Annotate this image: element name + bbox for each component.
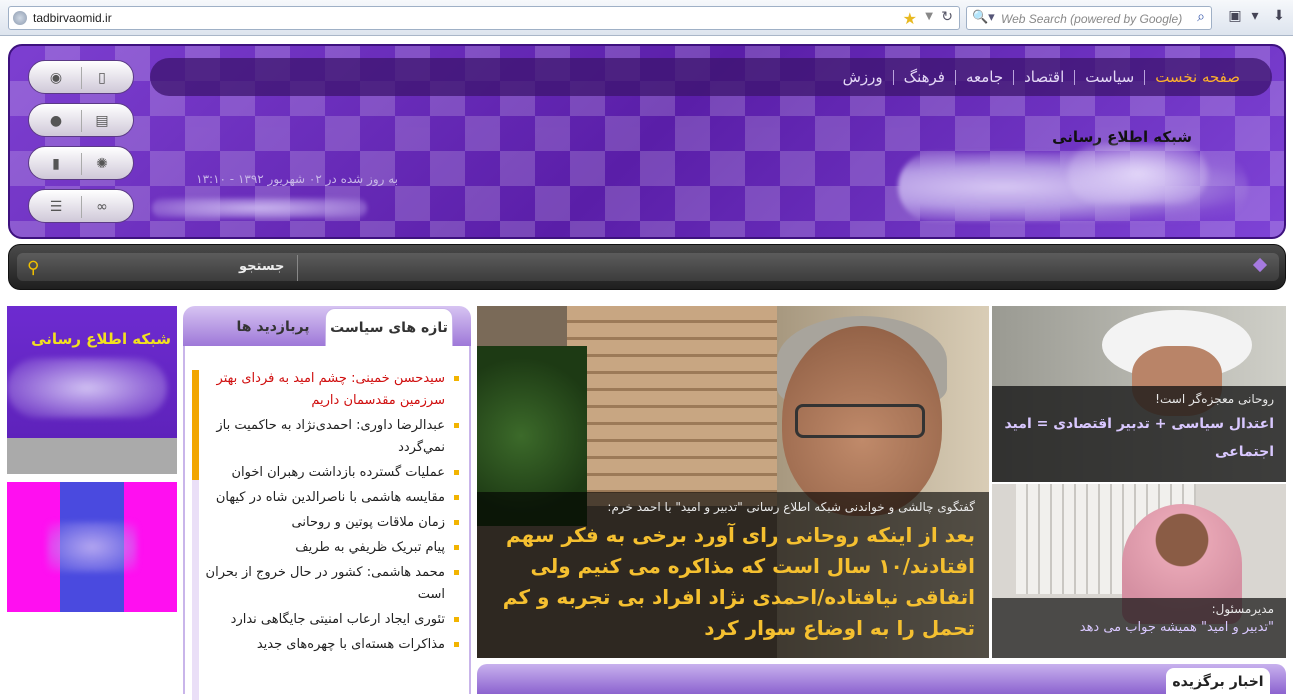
reload-icon[interactable]: ↻ [941,9,953,25]
diamond-icon [1252,257,1268,273]
browser-search-box[interactable]: 🔍▾ Web Search (powered by Google) ⌕ [966,6,1212,30]
search-divider [297,255,298,281]
site-globe-icon [13,11,27,25]
side-bar [192,480,199,700]
browser-toolbar: tadbirvaomid.ir ★ ▼ ↻ 🔍▾ Web Search (pow… [0,0,1293,36]
bookmarks-dropdown-icon[interactable]: ▾ [1244,8,1266,28]
list-item[interactable]: سیدحسن خمینی: چشم امید به فردای بهتر سرز… [203,368,461,412]
side-story-title[interactable]: اعتدال سیاسی + تدبیر اقتصادی = امید اجتم… [1004,410,1274,466]
nav-home[interactable]: صفحه نخست [1144,69,1250,85]
search-engine-icon[interactable]: 🔍▾ [972,10,995,25]
selected-news-header: اخبار برگزیده [477,664,1286,694]
logo-glow [1068,144,1208,204]
list-item[interactable]: تئوری ایجاد ارعاب امنیتی جایگاهی ندارد [203,609,461,631]
news-tabs: تازه های سیاست پربازدید ها [183,306,471,346]
nav-sports[interactable]: ورزش [833,69,893,85]
bookmark-star-icon[interactable]: ★ [903,9,917,28]
search-input[interactable]: ⚲ جستجو [17,253,1279,281]
side-story-kicker: مدیرمسئول: [1211,602,1274,616]
list-item[interactable]: عبدالرضا داوری: احمدی‌نژاد به حاکمیت باز… [203,415,461,459]
browser-search-placeholder[interactable]: Web Search (powered by Google) [1001,12,1182,26]
side-story-2[interactable]: مدیرمسئول: "تدبیر و امید" همیشه جواب می … [992,484,1286,658]
chart-icon[interactable]: ▮ [47,155,65,173]
search-label: جستجو [239,259,285,274]
header-blurred-text [152,198,367,218]
highlight-bar [192,370,199,480]
featured-kicker: گفتگوی چالشی و خواندنی شبکه اطلاع رسانی … [607,500,975,514]
news-list: سیدحسن خمینی: چشم امید به فردای بهتر سرز… [203,368,461,659]
link-icon[interactable]: ∞ [93,198,111,216]
icon-group-chart-sun: ▮ ✺ [28,146,134,180]
search-go-icon[interactable]: ⌕ [1197,9,1205,25]
icon-group-rss-mobile: ◉ ▯ [28,60,134,94]
rss-icon[interactable]: ◉ [47,69,65,87]
featured-caption: گفتگوی چالشی و خواندنی شبکه اطلاع رسانی … [477,492,989,658]
ad-logo-blurred [7,358,167,418]
tab-most-viewed[interactable]: پربازدید ها [223,308,323,346]
news-list-panel: سیدحسن خمینی: چشم امید به فردای بهتر سرز… [183,346,471,700]
side-story-caption: روحانی معجزه‌گر است! اعتدال سیاسی + تدبی… [992,386,1286,482]
banner-ad-network[interactable]: شبکه اطلاع رسانی [7,306,177,474]
sun-icon[interactable]: ✺ [93,155,111,173]
banner-ad-magenta[interactable] [7,482,177,612]
search-icon[interactable]: ⚲ [27,258,39,278]
site-logo[interactable]: شبکه اطلاع رسانی [888,124,1248,224]
icon-group-list-link: ☰ ∞ [28,189,134,223]
nav-culture[interactable]: فرهنگ [892,69,955,85]
book-icon[interactable]: ▤ [93,112,111,130]
nav-economy[interactable]: اقتصاد [1013,69,1074,85]
side-story-caption: مدیرمسئول: "تدبیر و امید" همیشه جواب می … [992,598,1286,658]
list-icon[interactable]: ☰ [47,198,65,216]
list-item[interactable]: مقایسه هاشمی با ناصرالدین شاه در کیهان [203,487,461,509]
nav-society[interactable]: جامعه [954,69,1013,85]
icon-group-user-book: ● ▤ [28,103,134,137]
tab-latest-politics[interactable]: تازه های سیاست [325,308,453,346]
ad-footer [7,438,177,474]
site-header: صفحه نخست سیاست اقتصاد جامعه فرهنگ ورزش … [8,44,1286,239]
nav-politics[interactable]: سیاست [1074,69,1144,85]
featured-headline[interactable]: بعد از اینکه روحانی رای آورد برخی به فکر… [489,520,975,644]
photo-brick-wall [567,306,777,506]
mobile-icon[interactable]: ▯ [93,69,111,87]
address-bar[interactable]: tadbirvaomid.ir ★ ▼ ↻ [8,6,960,30]
ad-title: شبکه اطلاع رسانی [31,330,171,348]
side-story-kicker: روحانی معجزه‌گر است! [1155,392,1274,406]
history-dropdown-icon[interactable]: ▼ [925,11,933,22]
selected-news-tab[interactable]: اخبار برگزیده [1166,668,1270,694]
ad-blurred-text [47,522,137,572]
featured-story[interactable]: گفتگوی چالشی و خواندنی شبکه اطلاع رسانی … [477,306,989,658]
address-text[interactable]: tadbirvaomid.ir [33,11,112,25]
list-item[interactable]: زمان ملاقات پوتین و روحانی [203,512,461,534]
list-item[interactable]: مذاکرات هسته‌ای با چهره‌های جدید [203,634,461,656]
bookmarks-menu-icon[interactable]: ▣ [1224,8,1246,28]
main-nav: صفحه نخست سیاست اقتصاد جامعه فرهنگ ورزش [150,58,1272,96]
user-icon[interactable]: ● [47,112,65,130]
download-arrow-icon[interactable]: ⬇ [1268,8,1290,28]
side-story-title[interactable]: "تدبیر و امید" همیشه جواب می دهد [1004,620,1274,635]
list-item[interactable]: محمد هاشمی: کشور در حال خروج از بحران اس… [203,562,461,606]
photo-glasses [795,404,925,438]
site-search-bar: ⚲ جستجو [8,244,1286,290]
list-item[interactable]: پیام تبریک ظریفي به طریف [203,537,461,559]
list-item[interactable]: عملیات گسترده بازداشت رهبران اخوان [203,462,461,484]
side-story-1[interactable]: روحانی معجزه‌گر است! اعتدال سیاسی + تدبی… [992,306,1286,482]
last-updated: به روز شده در ۰۲ شهریور ۱۳۹۲ - ۱۳:۱۰ [196,172,398,186]
